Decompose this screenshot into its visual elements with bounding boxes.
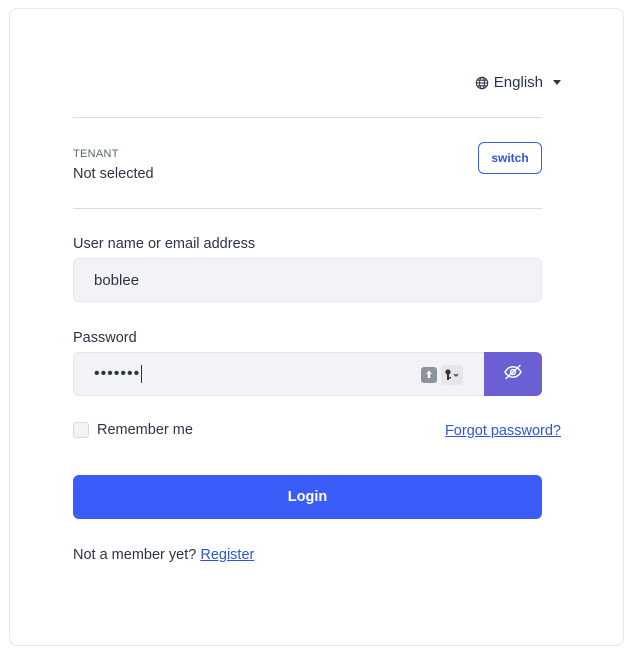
divider: [73, 208, 542, 209]
register-prompt: Not a member yet? Register: [73, 547, 254, 563]
divider: [73, 117, 542, 118]
password-input[interactable]: •••••••: [73, 352, 485, 396]
language-label: English: [493, 74, 543, 91]
switch-tenant-button[interactable]: switch: [478, 142, 542, 174]
globe-icon: [475, 76, 489, 90]
text-cursor: [141, 365, 143, 383]
username-label: User name or email address: [73, 236, 256, 252]
key-icon[interactable]: [441, 365, 463, 385]
login-button[interactable]: Login: [73, 475, 542, 519]
password-field-group: •••••••: [73, 352, 542, 396]
remember-me-checkbox[interactable]: [73, 422, 89, 438]
username-value: boblee: [94, 271, 140, 289]
password-value: •••••••: [94, 365, 141, 382]
username-input[interactable]: boblee: [73, 258, 542, 302]
tenant-caption: TENANT: [73, 148, 119, 160]
forgot-password-link[interactable]: Forgot password?: [445, 423, 561, 439]
password-manager-icons: [421, 365, 463, 385]
tenant-value: Not selected: [73, 166, 154, 182]
password-manager-icon[interactable]: [421, 367, 437, 383]
register-link[interactable]: Register: [200, 547, 254, 563]
chevron-down-icon: [553, 80, 561, 85]
remember-me-label: Remember me: [97, 422, 193, 438]
register-prompt-text: Not a member yet?: [73, 547, 197, 563]
remember-me[interactable]: Remember me: [73, 422, 193, 438]
eye-off-icon: [503, 364, 523, 385]
toggle-password-visibility-button[interactable]: [484, 352, 542, 396]
language-selector[interactable]: English: [475, 74, 561, 91]
password-label: Password: [73, 330, 137, 346]
